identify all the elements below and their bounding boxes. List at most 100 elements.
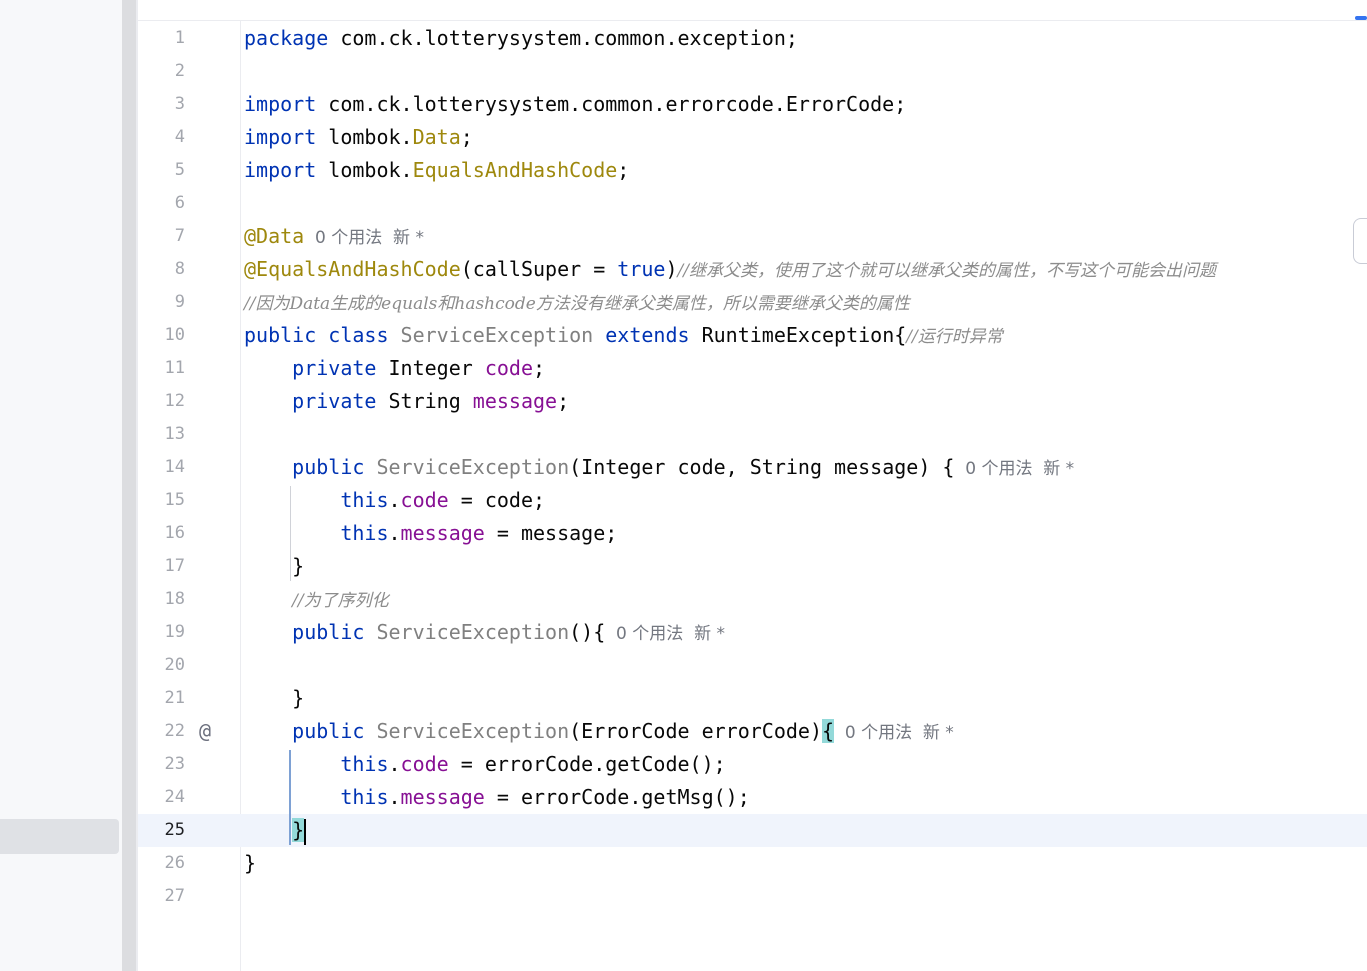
code-token: import bbox=[244, 92, 317, 116]
code-line[interactable]: 13 bbox=[138, 418, 1367, 451]
tab-indicator bbox=[1355, 16, 1367, 20]
code-token: this bbox=[340, 752, 389, 776]
code-text[interactable]: package com.ck.lotterysystem.common.exce… bbox=[244, 22, 798, 55]
code-comment: //继承父类，使用了这个就可以继承父类的属性，不写这个可能会出问题 bbox=[677, 261, 1216, 281]
code-line[interactable]: 5 import lombok.EqualsAndHashCode; bbox=[138, 154, 1367, 187]
line-number: 27 bbox=[164, 886, 185, 906]
code-line[interactable]: 19 public ServiceException(){ 0 个用法 新 * bbox=[138, 616, 1367, 649]
code-line[interactable]: 4 import lombok.Data; bbox=[138, 121, 1367, 154]
code-token: Integer bbox=[376, 356, 485, 380]
code-text[interactable]: this.message = message; bbox=[244, 517, 617, 550]
code-text[interactable]: import com.ck.lotterysystem.common.error… bbox=[244, 88, 906, 121]
code-line[interactable]: 1 package com.ck.lotterysystem.common.exc… bbox=[138, 22, 1367, 55]
code-token: package bbox=[244, 26, 329, 50]
code-line[interactable]: 20 bbox=[138, 649, 1367, 682]
code-token: = errorCode.getMsg(); bbox=[484, 785, 750, 809]
code-text[interactable]: } bbox=[244, 847, 256, 880]
line-number: 23 bbox=[164, 754, 185, 774]
code-token: String bbox=[376, 389, 473, 413]
line-number: 16 bbox=[164, 523, 185, 543]
code-line[interactable]: 21 } bbox=[138, 682, 1367, 715]
code-token: code bbox=[484, 356, 534, 380]
code-text[interactable]: private Integer code; bbox=[244, 352, 545, 385]
usage-hint[interactable]: 0 个用法 新 * bbox=[834, 723, 954, 743]
code-token: } bbox=[244, 554, 305, 578]
code-token: import bbox=[244, 158, 317, 182]
code-token: this bbox=[340, 521, 389, 545]
code-token: ServiceException bbox=[400, 323, 594, 347]
code-text[interactable]: public ServiceException(Integer code, St… bbox=[244, 451, 1074, 486]
code-token: com.ck.lotterysystem.common.exception; bbox=[328, 26, 798, 50]
code-token: code bbox=[400, 488, 449, 512]
code-line[interactable]: 7 @Data 0 个用法 新 * bbox=[138, 220, 1367, 253]
code-token: message bbox=[400, 521, 485, 545]
code-text[interactable]: //因为Data生成的equals和hashcode方法没有继承父类属性，所以需… bbox=[244, 286, 910, 321]
code-text[interactable]: } bbox=[244, 814, 307, 847]
line-number: 26 bbox=[164, 853, 185, 873]
code-line[interactable]: 9 //因为Data生成的equals和hashcode方法没有继承父类属性，所以… bbox=[138, 286, 1367, 319]
code-text[interactable]: } bbox=[244, 550, 304, 583]
code-text[interactable]: import lombok.Data; bbox=[244, 121, 473, 154]
code-text[interactable]: @EqualsAndHashCode(callSuper = true)//继承… bbox=[244, 253, 1216, 288]
editor-tab-bar bbox=[138, 0, 1367, 21]
usage-hint[interactable]: 0 个用法 新 * bbox=[954, 459, 1074, 479]
line-number: 19 bbox=[164, 622, 185, 642]
code-token: . bbox=[388, 521, 401, 545]
code-line[interactable]: 27 bbox=[138, 880, 1367, 913]
code-line[interactable]: 8 @EqualsAndHashCode(callSuper = true)//继… bbox=[138, 253, 1367, 286]
code-line[interactable]: 23 this.code = errorCode.getCode(); bbox=[138, 748, 1367, 781]
code-text[interactable]: this.code = errorCode.getCode(); bbox=[244, 748, 725, 781]
code-line[interactable]: 25 } bbox=[138, 814, 1367, 847]
code-text[interactable]: //为了序列化 bbox=[244, 583, 388, 618]
panel-splitter[interactable] bbox=[122, 0, 136, 971]
line-number: 22 bbox=[164, 721, 185, 741]
code-line[interactable]: 14 public ServiceException(Integer code,… bbox=[138, 451, 1367, 484]
code-line[interactable]: 17 } bbox=[138, 550, 1367, 583]
code-token: (Integer code, String message) { bbox=[569, 455, 955, 479]
line-number: 2 bbox=[174, 61, 185, 81]
code-line[interactable]: 10 public class ServiceException extends … bbox=[138, 319, 1367, 352]
code-text[interactable]: private String message; bbox=[244, 385, 569, 418]
code-text[interactable]: public class ServiceException extends Ru… bbox=[244, 319, 1003, 354]
code-text[interactable]: public ServiceException(){ 0 个用法 新 * bbox=[244, 616, 725, 651]
code-line[interactable]: 15 this.code = code; bbox=[138, 484, 1367, 517]
code-text[interactable]: import lombok.EqualsAndHashCode; bbox=[244, 154, 629, 187]
code-line[interactable]: 2 bbox=[138, 55, 1367, 88]
code-line[interactable]: 18 //为了序列化 bbox=[138, 583, 1367, 616]
code-text[interactable]: this.message = errorCode.getMsg(); bbox=[244, 781, 750, 814]
code-token: lombok. bbox=[316, 158, 413, 182]
override-at-icon[interactable]: @ bbox=[194, 720, 216, 742]
code-line[interactable]: 11 private Integer code; bbox=[138, 352, 1367, 385]
line-number: 5 bbox=[174, 160, 185, 180]
code-token: code bbox=[400, 752, 449, 776]
code-text[interactable]: @Data 0 个用法 新 * bbox=[244, 220, 424, 255]
usage-hint[interactable]: 0 个用法 新 * bbox=[605, 624, 725, 644]
project-tree-selected-item[interactable] bbox=[0, 819, 119, 854]
code-text[interactable]: } bbox=[244, 682, 304, 715]
code-line[interactable]: 12 private String message; bbox=[138, 385, 1367, 418]
usage-hint[interactable]: 0 个用法 新 * bbox=[304, 228, 424, 248]
text-caret bbox=[304, 818, 307, 845]
code-token: } bbox=[244, 851, 257, 875]
line-number: 4 bbox=[174, 127, 185, 147]
code-token: (){ bbox=[569, 620, 606, 644]
code-line[interactable]: 24 this.message = errorCode.getMsg(); bbox=[138, 781, 1367, 814]
code-text[interactable]: public ServiceException(ErrorCode errorC… bbox=[244, 715, 954, 750]
editor-scroll-marker[interactable] bbox=[1353, 218, 1367, 264]
code-line[interactable]: 22 @ public ServiceException(ErrorCode er… bbox=[138, 715, 1367, 748]
code-line[interactable]: 3 import com.ck.lotterysystem.common.erro… bbox=[138, 88, 1367, 121]
code-line[interactable]: 26} bbox=[138, 847, 1367, 880]
code-line[interactable]: 16 this.message = message; bbox=[138, 517, 1367, 550]
code-line[interactable]: 6 bbox=[138, 187, 1367, 220]
code-token: lombok. bbox=[316, 125, 413, 149]
